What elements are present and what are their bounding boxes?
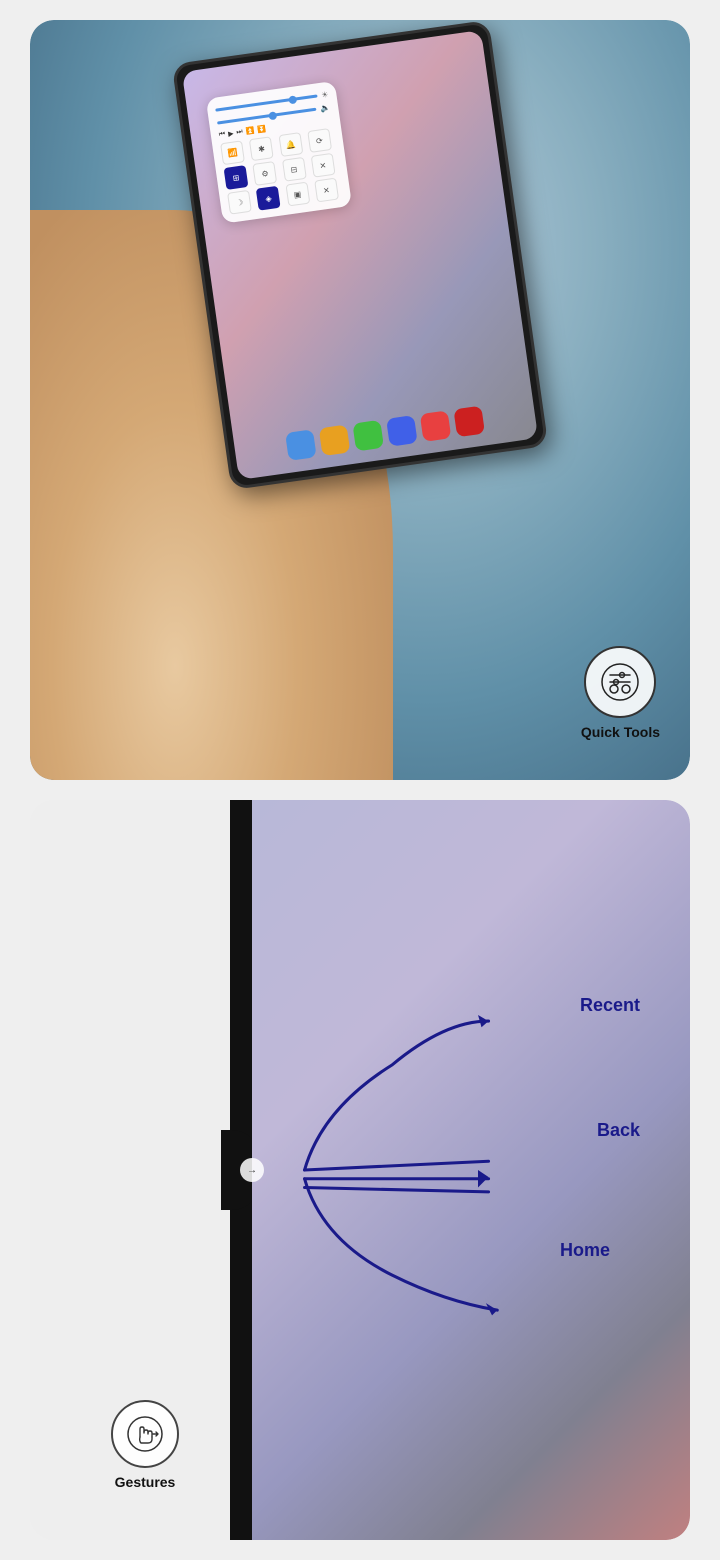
tablet-edge: →: [230, 800, 252, 1540]
recent-label: Recent: [580, 995, 640, 1016]
quick-tools-panel: ☀ 🔈 ⏮ ▶ ⏭: [206, 81, 352, 224]
home-label: Home: [560, 1240, 610, 1261]
grid-icon: ⊟: [282, 157, 307, 182]
screenshot-icon: ⊞: [224, 165, 249, 190]
quicktools-badge: Quick Tools: [581, 646, 660, 740]
quick-icons-grid: 📶 ✱ 🔔 ⟳ ⊞ ⚙ ⊟ ✕ ☽ ◈ ▣ ✕: [220, 128, 343, 215]
prev-icon: ⏮: [218, 131, 225, 140]
up-icon: ⏫: [245, 127, 255, 136]
gestures-icon: [126, 1415, 164, 1453]
swipe-arrow: →: [240, 1158, 264, 1182]
settings-icon: ⚙: [253, 161, 278, 186]
volume-thumb: [268, 111, 277, 120]
quicktools-image-area: ☀ 🔈 ⏮ ▶ ⏭: [30, 20, 690, 780]
gestures-label: Gestures: [115, 1474, 176, 1490]
dock-icon-1: [285, 429, 317, 461]
gestures-left-panel: Gestures: [30, 800, 230, 1540]
volume-icon: 🔈: [320, 103, 331, 113]
x-icon: ✕: [314, 178, 339, 203]
quicktools-badge-circle: [584, 646, 656, 718]
gestures-card: Gestures →: [30, 800, 690, 1540]
rotate-icon: ⟳: [307, 128, 332, 153]
dock-icon-6: [453, 406, 485, 438]
back-label: Back: [597, 1120, 640, 1141]
play-icon: ▶: [228, 129, 234, 138]
quicktools-icon: [600, 662, 640, 702]
gestures-badge-circle: [111, 1400, 179, 1468]
wifi-icon: 📶: [220, 140, 245, 165]
task-icon: ◈: [256, 186, 281, 211]
bluetooth-icon: ✱: [249, 136, 274, 161]
page-wrapper: ☀ 🔈 ⏮ ▶ ⏭: [0, 0, 720, 1560]
tablet-screen: ☀ 🔈 ⏮ ▶ ⏭: [182, 30, 538, 480]
extra-icon: ▣: [285, 182, 310, 207]
gesture-curves-svg: [252, 800, 690, 1540]
gestures-right-panel: Recent Back Home: [252, 800, 690, 1540]
dock-icon-3: [352, 420, 384, 452]
close-icon: ✕: [310, 153, 335, 178]
quicktools-label: Quick Tools: [581, 724, 660, 740]
brightness-icon: ☀: [321, 90, 329, 100]
dock-icon-2: [319, 425, 351, 457]
tablet-device: ☀ 🔈 ⏮ ▶ ⏭: [172, 20, 549, 490]
quicktools-card: ☀ 🔈 ⏮ ▶ ⏭: [30, 20, 690, 780]
app-dock: [285, 406, 485, 461]
moon-icon: ☽: [227, 190, 252, 215]
brightness-thumb: [288, 95, 297, 104]
next-icon: ⏭: [236, 128, 243, 137]
down-icon: ⏬: [257, 125, 267, 134]
gestures-badge: Gestures: [60, 1400, 230, 1490]
dock-icon-5: [420, 410, 452, 442]
arrow-icon: →: [247, 1165, 257, 1176]
sound-icon: 🔔: [278, 132, 303, 157]
dock-icon-4: [386, 415, 418, 447]
